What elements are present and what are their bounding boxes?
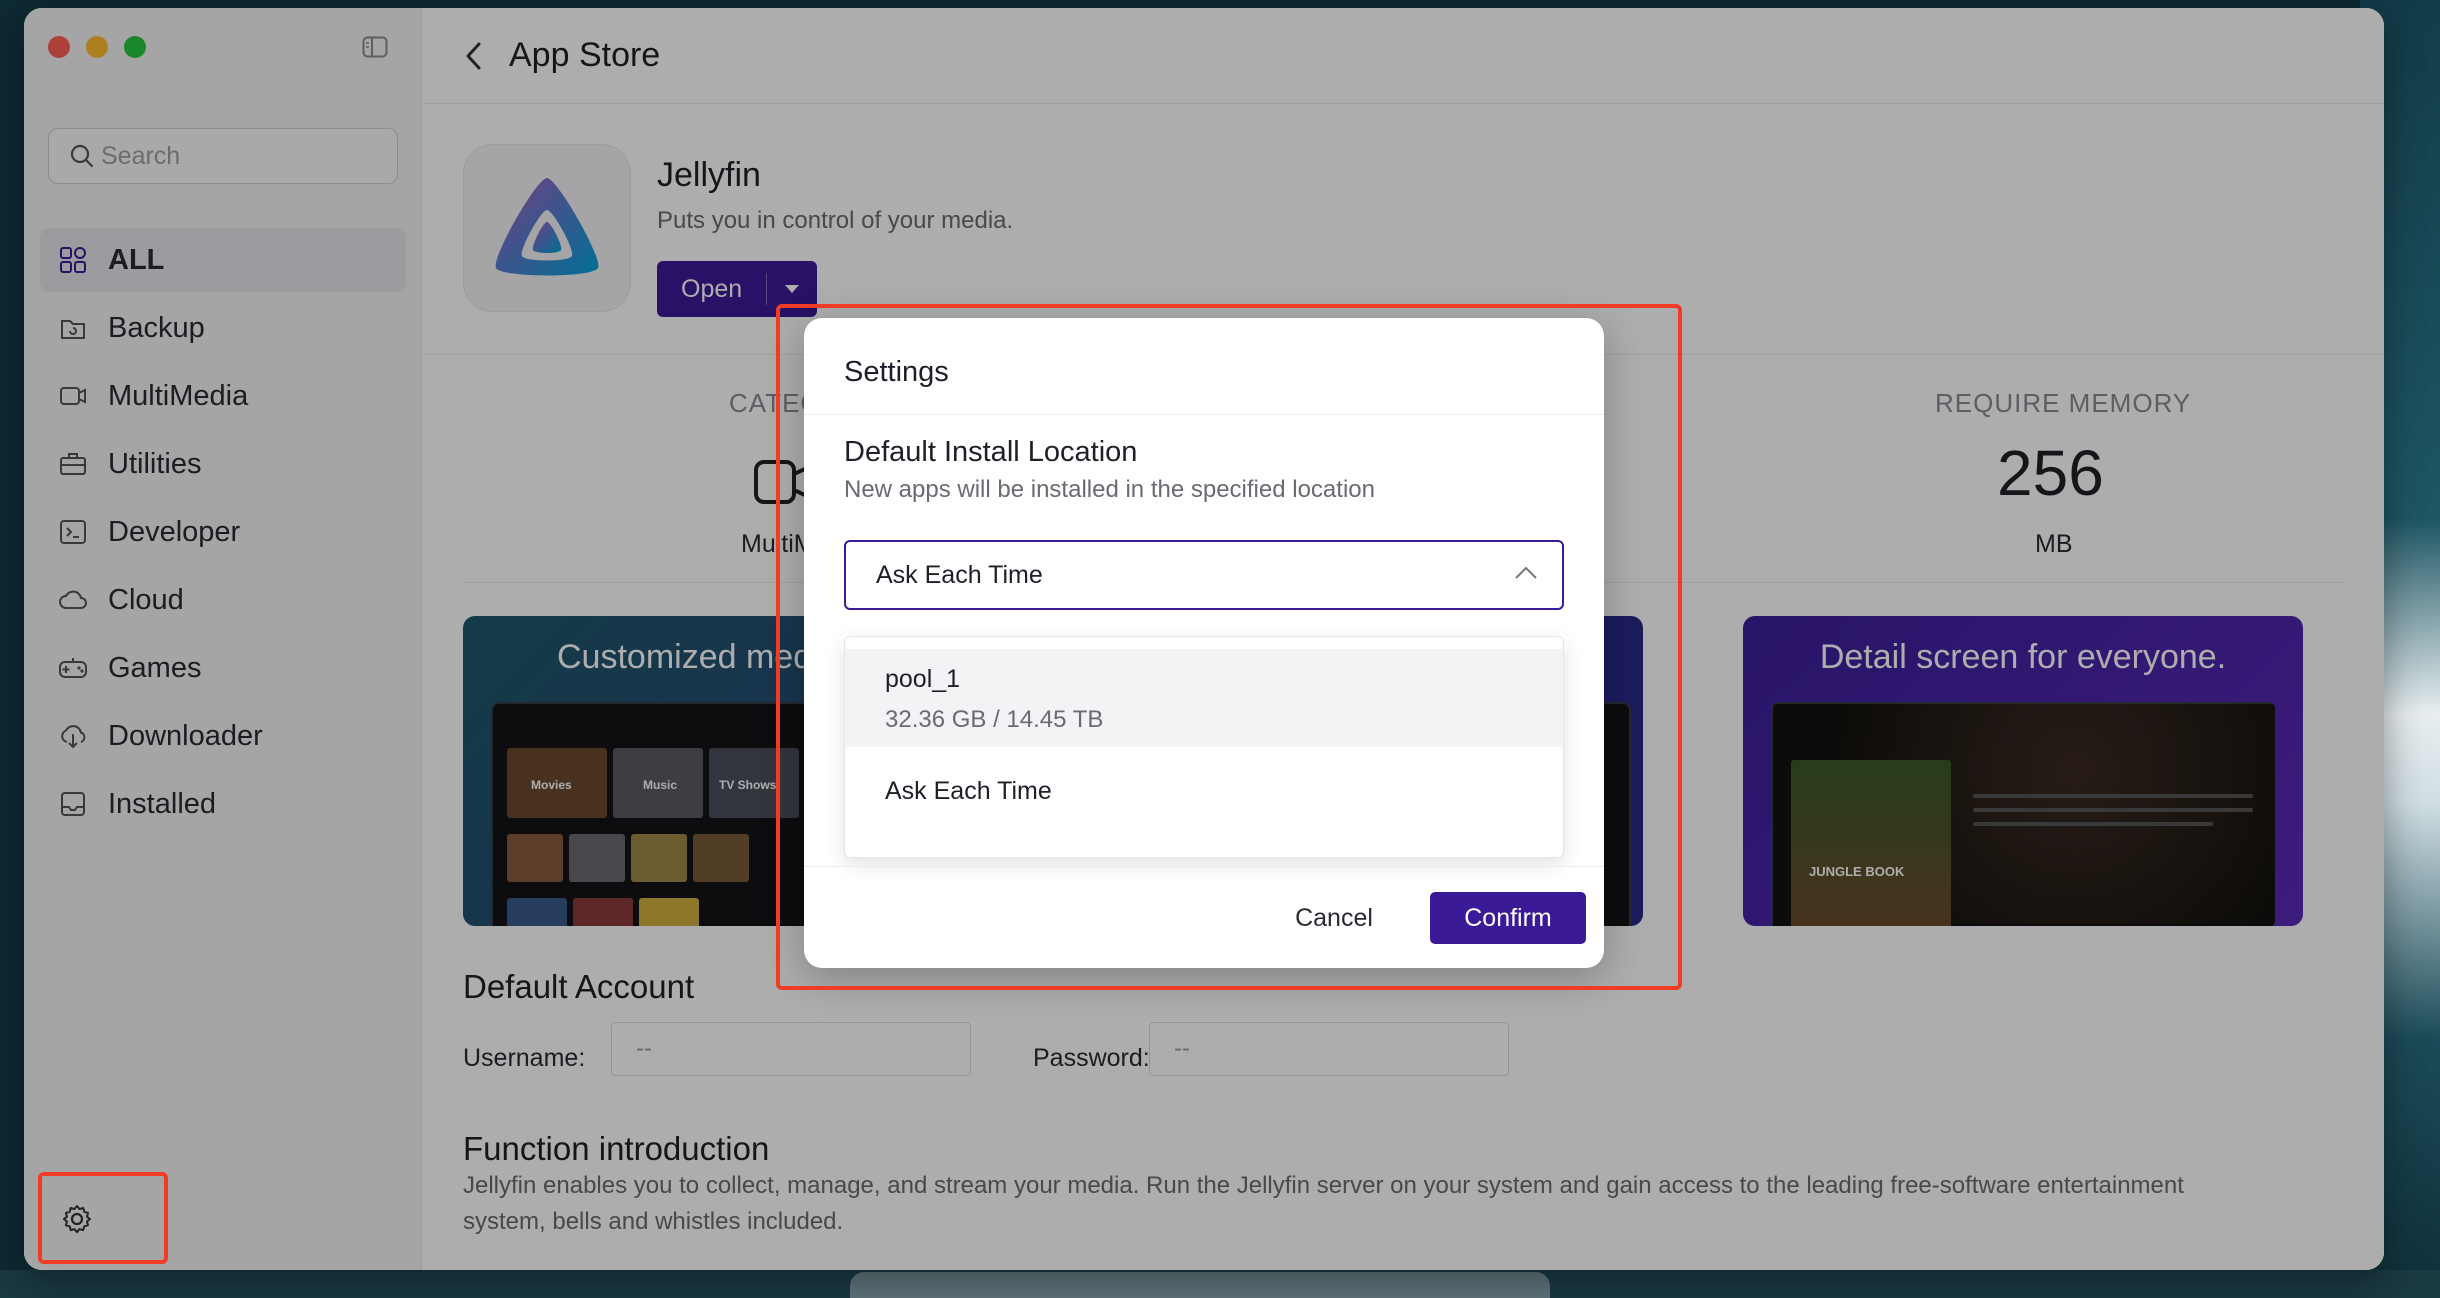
app-window: ALL Backup MultiMedia: [24, 8, 2384, 1270]
dock: [850, 1272, 1550, 1298]
dialog-highlight-box: [776, 304, 1682, 990]
gear-highlight-box: [38, 1172, 168, 1264]
